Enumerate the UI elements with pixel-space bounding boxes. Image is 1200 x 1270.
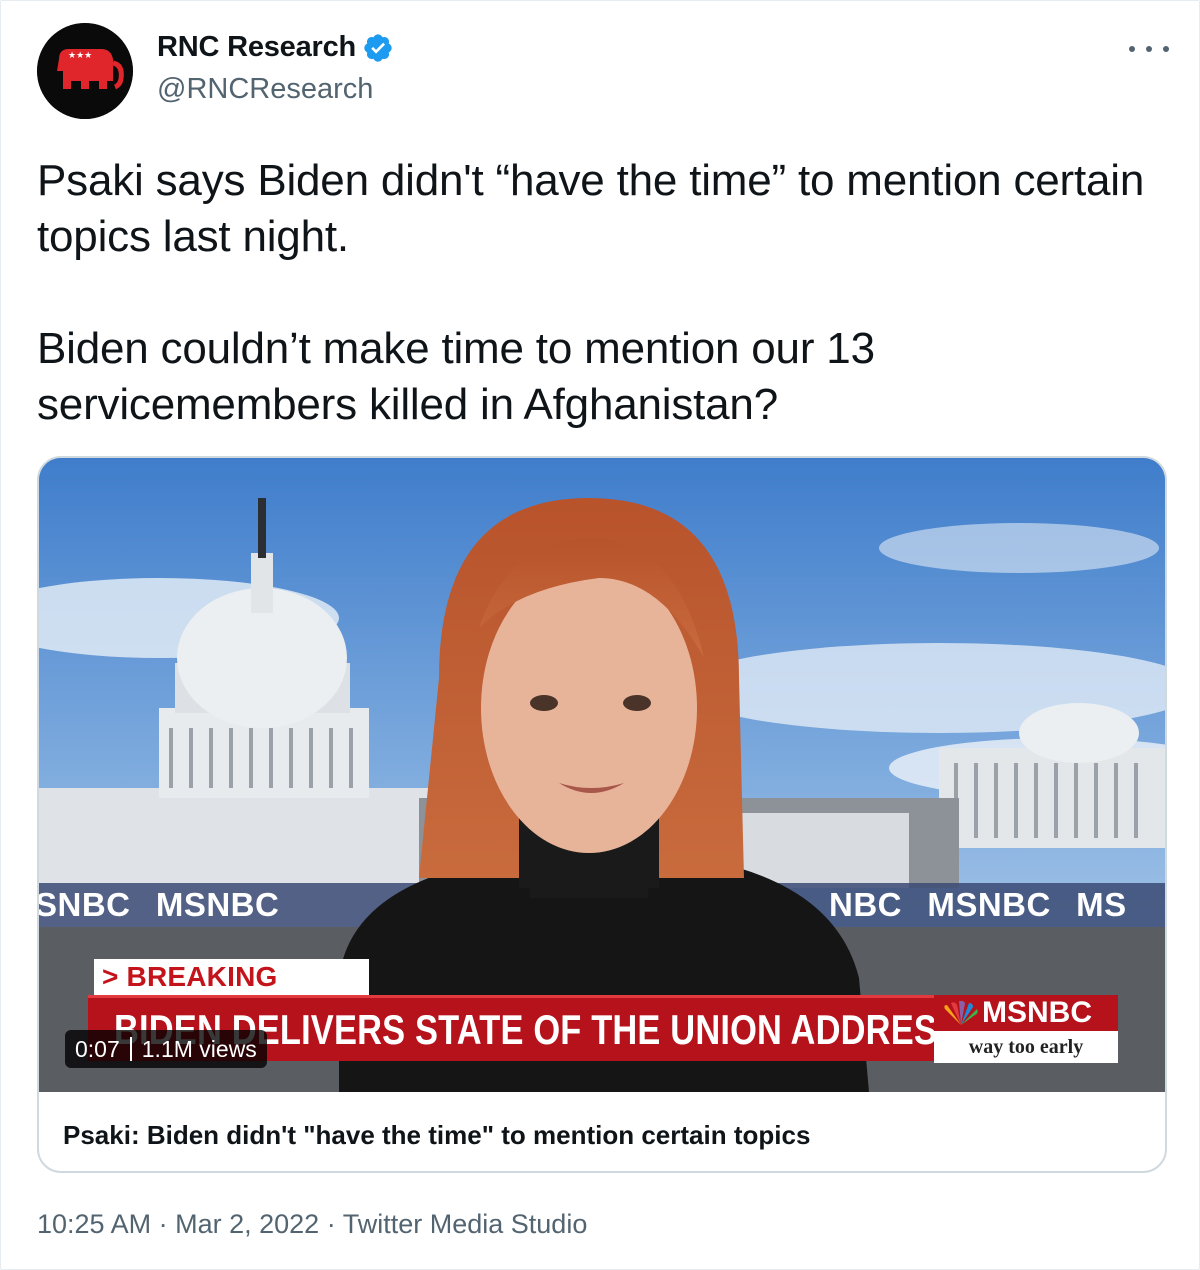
video-card[interactable]: SNBC MSNBC NBC MSNBC MS > BREAKING NEWS … [37, 456, 1167, 1173]
more-dot-icon [1163, 46, 1169, 52]
tweet: ★★★ RNC Research @RNCResearch Psaki says… [0, 0, 1200, 1270]
author-display-name[interactable]: RNC Research [157, 31, 356, 64]
video-duration-badge: 0:07 1.1M views [65, 1030, 267, 1068]
tweet-source[interactable]: Twitter Media Studio [343, 1209, 588, 1239]
more-dot-icon [1129, 46, 1135, 52]
verified-badge-icon [364, 33, 392, 62]
badge-separator [129, 1037, 132, 1061]
tweet-date[interactable]: Mar 2, 2022 [175, 1209, 319, 1239]
video-duration: 0:07 [75, 1035, 120, 1062]
video-title[interactable]: Psaki: Biden didn't "have the time" to m… [63, 1120, 810, 1151]
meta-separator: · [158, 1209, 168, 1239]
breaking-news-label: > BREAKING NEWS [94, 959, 369, 1028]
meta-separator: · [326, 1209, 336, 1239]
ticker-right: NBC MSNBC MS [829, 886, 1127, 923]
ticker-left: SNBC MSNBC [39, 886, 280, 923]
svg-text:★★★: ★★★ [68, 51, 92, 61]
tweet-time[interactable]: 10:25 AM [37, 1209, 151, 1239]
video-player[interactable]: SNBC MSNBC NBC MSNBC MS > BREAKING NEWS … [39, 458, 1165, 1092]
tweet-metadata: 10:25 AM · Mar 2, 2022 · Twitter Media S… [37, 1209, 587, 1240]
more-dot-icon [1146, 46, 1152, 52]
video-view-count: 1.1M views [141, 1035, 257, 1062]
show-name: way too early [934, 1031, 1118, 1063]
avatar[interactable]: ★★★ [37, 23, 133, 119]
author-handle[interactable]: @RNCResearch [157, 73, 373, 106]
gop-elephant-icon: ★★★ [37, 23, 133, 119]
tweet-text: Psaki says Biden didn't “have the time” … [37, 156, 1145, 429]
more-options-button[interactable] [1129, 37, 1169, 61]
peacock-icon [944, 1001, 978, 1025]
